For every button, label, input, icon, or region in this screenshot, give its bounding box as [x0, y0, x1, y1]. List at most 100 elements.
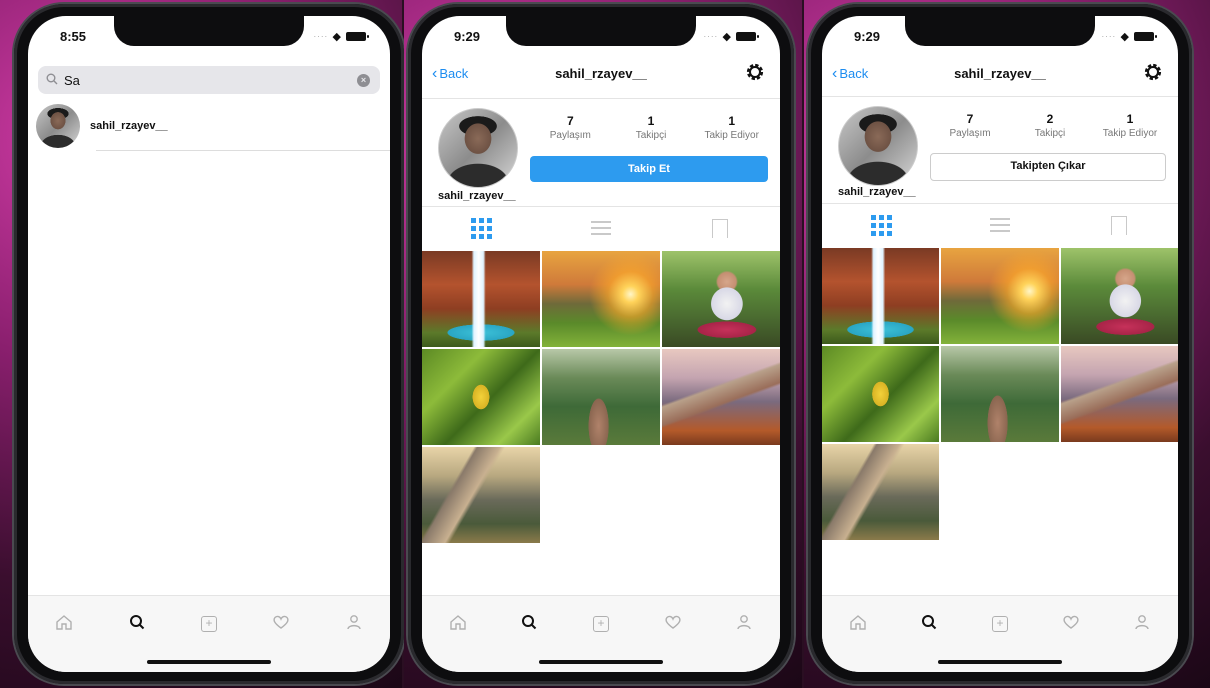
- search-query: Sa: [64, 72, 80, 88]
- gear-icon[interactable]: [744, 61, 766, 83]
- stat-value: 1: [1126, 112, 1134, 126]
- stat-value: 2: [1046, 112, 1054, 126]
- stat-posts[interactable]: 7 Paylaşım: [530, 114, 611, 148]
- search-icon: [129, 614, 145, 635]
- tab-saved[interactable]: [661, 207, 780, 249]
- photo-sunset[interactable]: [542, 251, 660, 347]
- battery-icon: [346, 32, 369, 41]
- wifi-icon: ◆: [1120, 31, 1129, 43]
- signal-icon: ····: [703, 31, 719, 41]
- home-indicator[interactable]: [938, 660, 1062, 664]
- photo-peaks[interactable]: [422, 447, 540, 543]
- stat-label: Paylaşım: [949, 128, 991, 139]
- home-icon: [449, 614, 467, 635]
- stat-value: 1: [647, 114, 655, 128]
- tab-bar: +: [822, 595, 1178, 672]
- profile-icon: [1134, 614, 1150, 635]
- stat-following[interactable]: 1 Takip Ediyor: [1090, 112, 1170, 146]
- stat-label: Takip Ediyor: [704, 130, 759, 141]
- add-post-icon: +: [992, 616, 1008, 632]
- tab-home[interactable]: [822, 604, 893, 644]
- tab-search[interactable]: [494, 604, 566, 644]
- bookmark-icon: [1110, 215, 1127, 235]
- screen: 9:29 ···· ◆ ‹ Back sahil_rzayev__ sahil_r…: [822, 16, 1178, 672]
- home-indicator[interactable]: [147, 660, 271, 664]
- profile-username: sahil_rzayev__: [438, 190, 516, 202]
- home-indicator[interactable]: [539, 660, 663, 664]
- tab-add[interactable]: +: [964, 604, 1035, 644]
- stat-value: 1: [728, 114, 736, 128]
- tab-activity[interactable]: [1036, 604, 1107, 644]
- stat-followers[interactable]: 2 Takipçi: [1010, 112, 1090, 146]
- photo-peaks[interactable]: [822, 444, 940, 540]
- grid-icon: [870, 214, 892, 236]
- stat-posts[interactable]: 7 Paylaşım: [930, 112, 1010, 146]
- tab-list[interactable]: [541, 207, 660, 249]
- tab-search[interactable]: [893, 604, 964, 644]
- stat-followers[interactable]: 1 Takipçi: [611, 114, 692, 148]
- follow-button[interactable]: Takip Et: [530, 156, 768, 182]
- photo-grid: [422, 251, 780, 543]
- tab-home[interactable]: [28, 604, 100, 644]
- nav-bar: ‹ Back sahil_rzayev__: [422, 56, 780, 90]
- signal-icon: ····: [313, 31, 329, 41]
- screen: 9:29 ···· ◆ ‹ Back sahil_rzayev__ sahil_r…: [422, 16, 780, 672]
- photo-mountains[interactable]: [662, 349, 780, 445]
- photo-leaves[interactable]: [422, 349, 540, 445]
- photo-leaves[interactable]: [822, 346, 940, 442]
- tab-profile[interactable]: [318, 604, 390, 644]
- tab-activity[interactable]: [245, 604, 317, 644]
- stat-label: Takipçi: [1034, 128, 1066, 139]
- phone-profile-unfollow: 9:29 ···· ◆ ‹ Back sahil_rzayev__ sahil_r…: [808, 4, 1192, 684]
- nav-title: sahil_rzayev__: [954, 66, 1046, 81]
- wifi-icon: ◆: [722, 31, 731, 43]
- search-input[interactable]: Sa ×: [38, 66, 380, 94]
- status-time: 9:29: [854, 29, 881, 44]
- nav-divider: [822, 96, 1178, 97]
- status-time: 8:55: [60, 29, 87, 44]
- tab-bar: +: [422, 595, 780, 672]
- photo-waterfall[interactable]: [422, 251, 540, 347]
- tab-profile[interactable]: [1107, 604, 1178, 644]
- stat-following[interactable]: 1 Takip Ediyor: [691, 114, 772, 148]
- photo-sunset[interactable]: [941, 248, 1059, 344]
- notch: [506, 16, 696, 46]
- tab-profile[interactable]: [708, 604, 780, 644]
- stat-label: Takipçi: [635, 130, 667, 141]
- photo-yoga[interactable]: [662, 251, 780, 347]
- photo-yoga[interactable]: [1060, 248, 1178, 344]
- screen: 8:55 ···· ◆ Sa × sahil_rzayev__ +: [28, 16, 390, 672]
- search-icon: [521, 614, 537, 635]
- heart-icon: [664, 614, 682, 635]
- row-divider: [96, 150, 390, 151]
- stat-value: 7: [966, 112, 974, 126]
- search-result-row[interactable]: sahil_rzayev__: [36, 102, 390, 150]
- photo-mountains[interactable]: [1060, 346, 1178, 442]
- photo-waterfall[interactable]: [822, 248, 940, 344]
- profile-icon: [736, 614, 752, 635]
- tab-add[interactable]: +: [565, 604, 637, 644]
- profile-avatar: [838, 106, 918, 186]
- phone-search: 8:55 ···· ◆ Sa × sahil_rzayev__ +: [14, 4, 404, 684]
- heart-icon: [272, 614, 290, 635]
- search-icon: [921, 614, 937, 635]
- tab-grid[interactable]: [422, 207, 541, 249]
- clear-search-icon[interactable]: ×: [357, 73, 370, 87]
- tab-add[interactable]: +: [173, 604, 245, 644]
- home-icon: [849, 614, 867, 635]
- gear-icon[interactable]: [1142, 61, 1164, 83]
- tab-search[interactable]: [100, 604, 172, 644]
- avatar: [36, 104, 80, 148]
- unfollow-button[interactable]: Takipten Çıkar: [930, 153, 1166, 181]
- tab-grid[interactable]: [822, 204, 941, 246]
- tab-home[interactable]: [422, 604, 494, 644]
- nav-title: sahil_rzayev__: [555, 66, 647, 81]
- tab-saved[interactable]: [1059, 204, 1178, 246]
- bookmark-icon: [712, 218, 729, 238]
- photo-forest-path[interactable]: [542, 349, 660, 445]
- tab-list[interactable]: [941, 204, 1060, 246]
- tab-activity[interactable]: [637, 604, 709, 644]
- nav-divider: [422, 98, 780, 99]
- photo-forest-path[interactable]: [941, 346, 1059, 442]
- heart-icon: [1062, 614, 1080, 635]
